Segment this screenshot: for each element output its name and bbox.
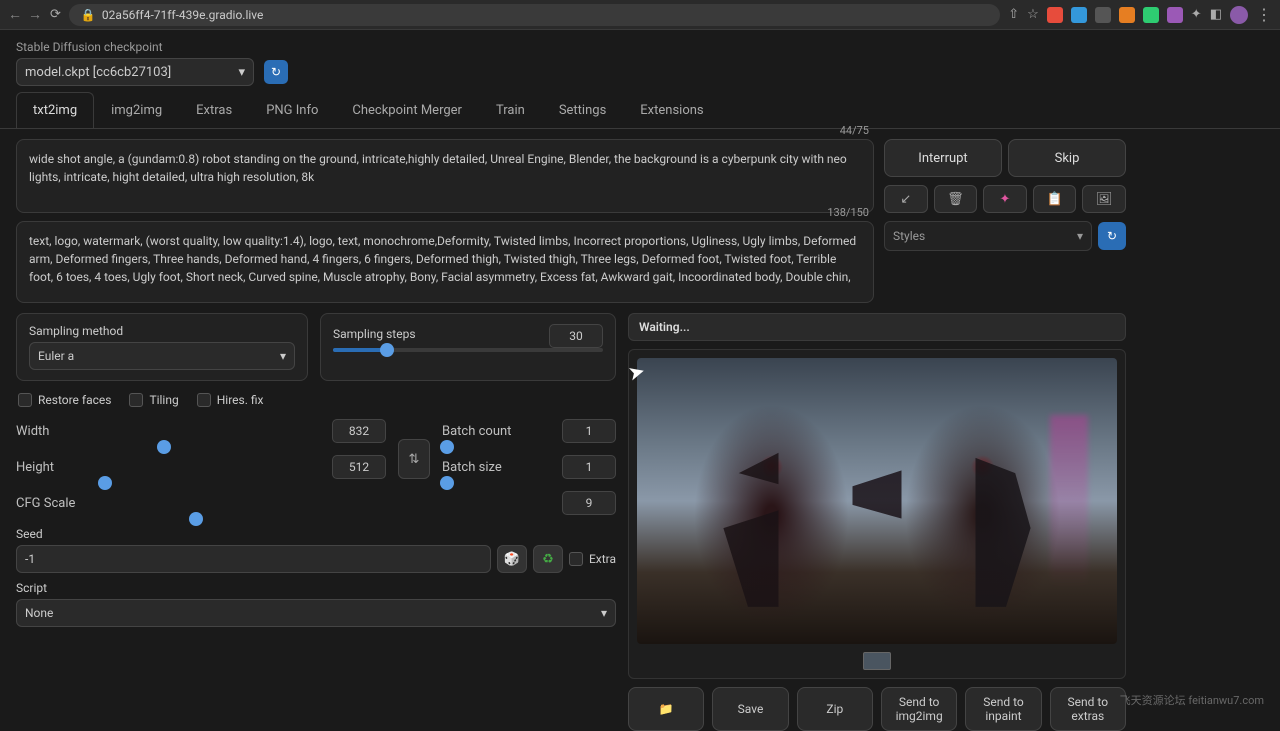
chevron-down-icon: ▾ bbox=[1077, 229, 1083, 243]
skip-button[interactable]: Skip bbox=[1008, 139, 1126, 177]
interrupt-button[interactable]: Interrupt bbox=[884, 139, 1002, 177]
seed-recycle-button[interactable]: ♻ bbox=[533, 545, 563, 573]
sampling-method-label: Sampling method bbox=[29, 324, 295, 338]
extension-icon[interactable] bbox=[1119, 7, 1135, 23]
sampling-steps-label: Sampling steps bbox=[333, 327, 416, 341]
generation-status: Waiting... bbox=[628, 313, 1126, 341]
restore-faces-checkbox[interactable]: Restore faces bbox=[18, 393, 111, 407]
seed-random-button[interactable]: 🎲 bbox=[497, 545, 527, 573]
extensions-menu-icon[interactable]: ✦ bbox=[1191, 7, 1202, 22]
preview-panel: ✕ bbox=[628, 349, 1126, 679]
extension-icon[interactable] bbox=[1167, 7, 1183, 23]
width-value[interactable]: 832 bbox=[332, 419, 386, 443]
styles-refresh-button[interactable]: ↻ bbox=[1098, 222, 1126, 250]
height-value[interactable]: 512 bbox=[332, 455, 386, 479]
seed-extra-checkbox[interactable]: Extra bbox=[569, 552, 616, 566]
sampling-steps-slider[interactable] bbox=[333, 348, 603, 352]
styles-select[interactable]: Styles ▾ bbox=[884, 221, 1092, 251]
prompt-box: 44/75 bbox=[16, 139, 874, 213]
width-label: Width bbox=[16, 424, 49, 439]
tiling-checkbox[interactable]: Tiling bbox=[129, 393, 178, 407]
star-icon[interactable]: ☆ bbox=[1027, 7, 1039, 22]
image-tool-button[interactable]: 🖼 bbox=[1082, 185, 1126, 213]
thumbnail[interactable] bbox=[863, 652, 891, 670]
zip-button[interactable]: Zip bbox=[797, 687, 873, 731]
tab-extras[interactable]: Extras bbox=[179, 92, 249, 128]
send-to-img2img-button[interactable]: Send to img2img bbox=[881, 687, 957, 731]
batch-size-label: Batch size bbox=[442, 460, 502, 475]
batch-count-label: Batch count bbox=[442, 424, 511, 439]
sampling-method-value: Euler a bbox=[38, 349, 74, 363]
extension-icon[interactable] bbox=[1095, 7, 1111, 23]
send-to-extras-button[interactable]: Send to extras bbox=[1050, 687, 1126, 731]
nav-back-icon[interactable]: ← bbox=[8, 6, 22, 23]
clipboard-tool-button[interactable]: 📋 bbox=[1033, 185, 1077, 213]
batch-count-value[interactable]: 1 bbox=[562, 419, 616, 443]
chevron-down-icon: ▾ bbox=[238, 65, 245, 80]
prompt-input[interactable] bbox=[29, 150, 861, 198]
reload-icon[interactable]: ⟳ bbox=[50, 7, 61, 22]
refresh-checkpoint-button[interactable]: ↻ bbox=[264, 60, 288, 84]
cfg-scale-label: CFG Scale bbox=[16, 496, 75, 511]
style-apply-button[interactable]: ✦ bbox=[983, 185, 1027, 213]
share-icon[interactable]: ⇧ bbox=[1008, 7, 1019, 22]
seed-label: Seed bbox=[16, 527, 616, 541]
tab-extensions[interactable]: Extensions bbox=[623, 92, 720, 128]
prompt-token-count: 44/75 bbox=[840, 124, 869, 137]
trash-tool-button[interactable]: 🗑 bbox=[934, 185, 978, 213]
extension-icon[interactable] bbox=[1047, 7, 1063, 23]
lock-icon: 🔒 bbox=[81, 8, 96, 22]
negative-prompt-box: 138/150 bbox=[16, 221, 874, 303]
url-text: 02a56ff4-71ff-439e.gradio.live bbox=[102, 8, 264, 22]
extension-icon[interactable] bbox=[1071, 7, 1087, 23]
tab-checkpoint-merger[interactable]: Checkpoint Merger bbox=[335, 92, 479, 128]
tab-train[interactable]: Train bbox=[479, 92, 542, 128]
checkpoint-label: Stable Diffusion checkpoint bbox=[16, 40, 254, 54]
nav-forward-icon[interactable]: → bbox=[28, 6, 42, 23]
batch-size-value[interactable]: 1 bbox=[562, 455, 616, 479]
avatar-icon[interactable] bbox=[1230, 6, 1248, 24]
menu-dots-icon[interactable]: ⋮ bbox=[1256, 5, 1272, 24]
tab-txt2img[interactable]: txt2img bbox=[16, 92, 94, 128]
watermark-text: 飞天资源论坛 feitianwu7.com bbox=[1120, 692, 1264, 708]
save-button[interactable]: Save bbox=[712, 687, 788, 731]
open-folder-button[interactable]: 📁 bbox=[628, 687, 704, 731]
sampling-method-select[interactable]: Euler a ▾ bbox=[29, 342, 295, 370]
tab-img2img[interactable]: img2img bbox=[94, 92, 179, 128]
script-value: None bbox=[25, 606, 53, 620]
swap-dimensions-button[interactable]: ⇅ bbox=[398, 439, 430, 479]
arrow-tool-button[interactable]: ↙ bbox=[884, 185, 928, 213]
script-select[interactable]: None ▾ bbox=[16, 599, 616, 627]
tab-png-info[interactable]: PNG Info bbox=[249, 92, 335, 128]
hires-fix-checkbox[interactable]: Hires. fix bbox=[197, 393, 264, 407]
chevron-down-icon: ▾ bbox=[280, 349, 286, 363]
negative-prompt-input[interactable] bbox=[29, 232, 861, 288]
script-label: Script bbox=[16, 581, 616, 595]
cfg-scale-value[interactable]: 9 bbox=[562, 491, 616, 515]
checkpoint-select[interactable]: model.ckpt [cc6cb27103] ▾ bbox=[16, 58, 254, 86]
chevron-down-icon: ▾ bbox=[601, 606, 607, 620]
url-bar[interactable]: 🔒 02a56ff4-71ff-439e.gradio.live bbox=[69, 4, 1000, 26]
seed-input[interactable] bbox=[16, 545, 491, 573]
height-label: Height bbox=[16, 460, 54, 475]
extension-icon[interactable] bbox=[1143, 7, 1159, 23]
send-to-inpaint-button[interactable]: Send to inpaint bbox=[965, 687, 1041, 731]
main-tabs: txt2img img2img Extras PNG Info Checkpoi… bbox=[0, 92, 1280, 129]
preview-image[interactable] bbox=[637, 358, 1117, 644]
negative-token-count: 138/150 bbox=[827, 206, 869, 219]
panel-icon[interactable]: ◧ bbox=[1210, 7, 1222, 22]
tab-settings[interactable]: Settings bbox=[542, 92, 623, 128]
checkpoint-value: model.ckpt [cc6cb27103] bbox=[25, 65, 171, 80]
styles-label: Styles bbox=[893, 229, 925, 243]
sampling-steps-value[interactable]: 30 bbox=[549, 324, 603, 348]
